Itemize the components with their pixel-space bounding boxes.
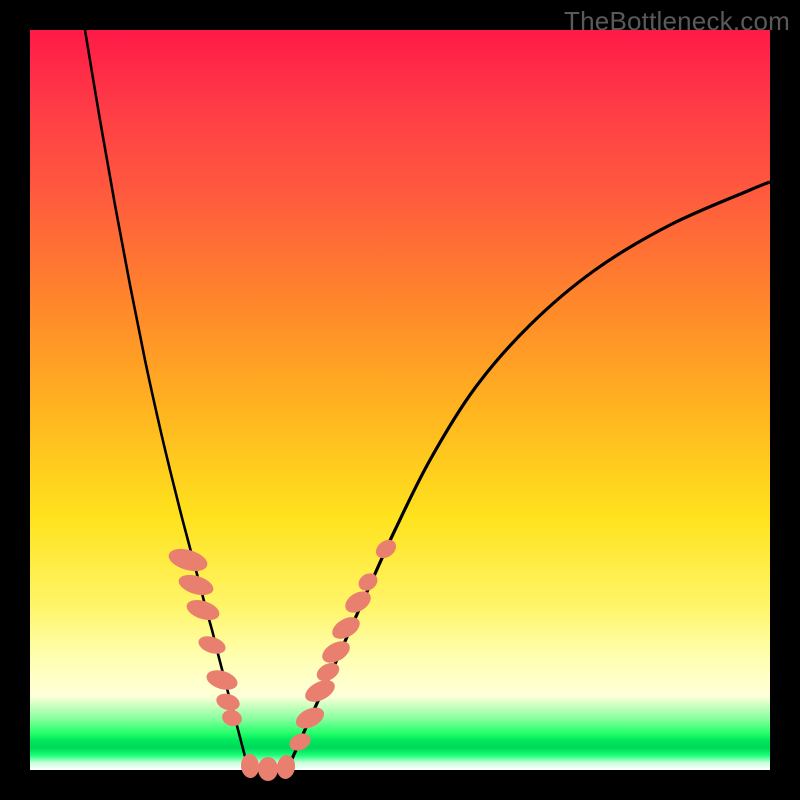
marker-capsule [240,753,260,778]
marker-capsule [220,708,244,729]
marker-capsule [372,536,399,562]
marker-capsule [258,757,278,781]
marker-capsule [302,676,339,707]
left-branch-curve [85,30,248,768]
curve-group [85,30,770,770]
chart-svg [30,30,770,770]
marker-capsule [166,545,210,575]
watermark-text: TheBottleneck.com [564,6,790,37]
right-branch-curve [288,182,770,768]
marker-group [166,536,400,781]
plot-area [30,30,770,770]
marker-capsule [196,633,228,657]
marker-capsule [287,730,314,754]
chart-frame: TheBottleneck.com [0,0,800,800]
marker-capsule [293,703,328,732]
marker-capsule [214,691,242,713]
